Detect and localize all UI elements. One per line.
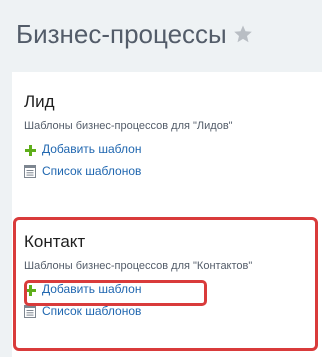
add-template-link[interactable]: Добавить шаблон bbox=[24, 141, 233, 157]
add-template-label[interactable]: Добавить шаблон bbox=[42, 141, 141, 157]
section-title: Контакт bbox=[24, 232, 86, 251]
plus-icon bbox=[25, 284, 36, 296]
section-contact: Контакт Шаблоны бизнес-процессов для "Ко… bbox=[24, 232, 252, 319]
list-icon bbox=[24, 304, 36, 318]
section-description: Шаблоны бизнес-процессов для "Лидов" bbox=[24, 120, 233, 132]
add-template-link[interactable]: Добавить шаблон bbox=[24, 281, 252, 297]
section-title: Лид bbox=[24, 92, 55, 111]
template-list-label[interactable]: Список шаблонов bbox=[42, 163, 141, 179]
list-icon bbox=[24, 164, 36, 178]
business-process-card: Лид Шаблоны бизнес-процессов для "Лидов"… bbox=[12, 72, 322, 357]
add-template-label[interactable]: Добавить шаблон bbox=[42, 281, 141, 297]
page-header: Бизнес-процессы bbox=[16, 14, 253, 54]
template-list-link[interactable]: Список шаблонов bbox=[24, 303, 252, 319]
star-icon[interactable] bbox=[233, 24, 253, 44]
section-lead: Лид Шаблоны бизнес-процессов для "Лидов"… bbox=[24, 92, 233, 179]
template-list-link[interactable]: Список шаблонов bbox=[24, 163, 233, 179]
page-title: Бизнес-процессы bbox=[16, 18, 227, 49]
plus-icon bbox=[25, 144, 36, 156]
section-description: Шаблоны бизнес-процессов для "Контактов" bbox=[24, 260, 253, 272]
template-list-label[interactable]: Список шаблонов bbox=[42, 303, 141, 319]
